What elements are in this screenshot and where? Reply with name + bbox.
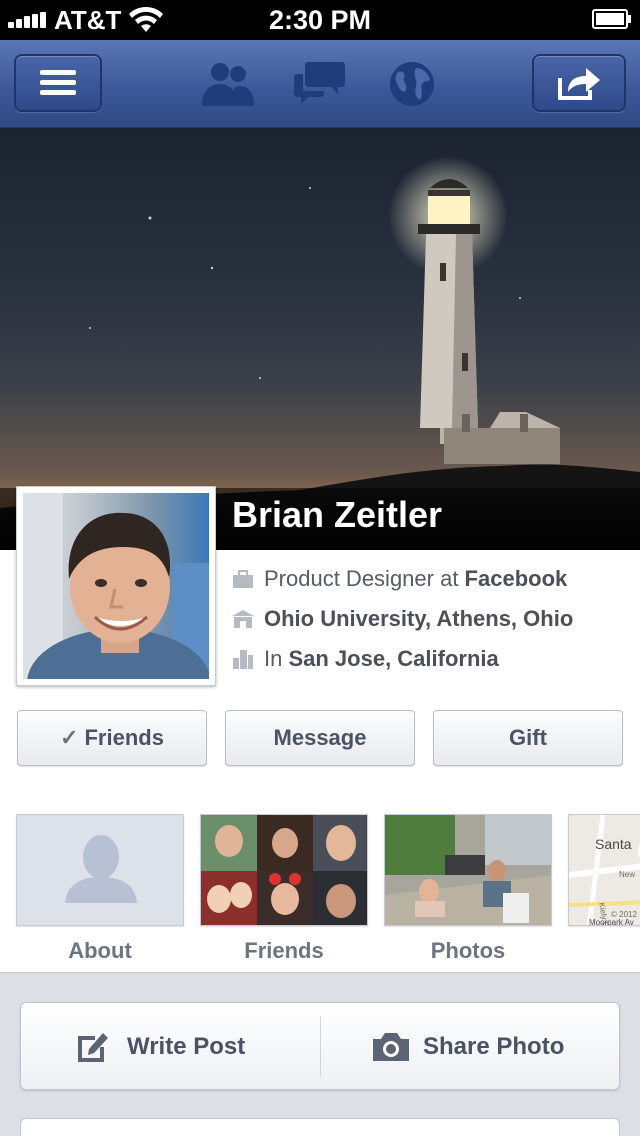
work-place-link[interactable]: Facebook xyxy=(465,566,568,591)
map-thumbnail: Santa New Kiely Blvd © 2012 Moorpark Av xyxy=(569,815,640,926)
avatar xyxy=(23,493,209,679)
composer-bar: Write Post Share Photo xyxy=(20,1002,620,1090)
status-time: 2:30 PM xyxy=(268,5,372,35)
map-label-santa: Santa xyxy=(595,836,632,852)
location-prefix: In xyxy=(264,646,289,671)
friends-tile[interactable] xyxy=(200,814,368,926)
photos-tile-label: Photos xyxy=(430,938,506,963)
friends-collage xyxy=(201,815,367,925)
share-photo-button[interactable]: Share Photo xyxy=(371,1003,611,1091)
share-icon xyxy=(558,68,600,100)
work-info: Product Designer at Facebook xyxy=(232,566,632,594)
menu-button[interactable] xyxy=(14,54,102,112)
city-icon xyxy=(233,650,253,669)
gift-button-label: Gift xyxy=(509,725,547,750)
battery-icon xyxy=(592,9,631,29)
feed-card xyxy=(20,1118,620,1136)
photos-tile[interactable] xyxy=(384,814,552,926)
check-icon: ✓ xyxy=(60,725,79,750)
status-bar: AT&T 2:30 PM xyxy=(0,0,640,40)
friends-button[interactable]: ✓ Friends xyxy=(17,710,207,766)
share-button[interactable] xyxy=(532,54,626,112)
friends-tile-label: Friends xyxy=(244,938,324,963)
globe-icon[interactable] xyxy=(388,60,436,108)
camera-icon xyxy=(373,1033,409,1061)
map-tile-label: M xyxy=(568,938,640,964)
message-button[interactable]: Message xyxy=(225,710,415,766)
profile-picture[interactable] xyxy=(16,486,216,686)
map-label-new: New xyxy=(619,870,635,879)
write-post-label: Write Post xyxy=(127,1033,246,1060)
school-icon xyxy=(232,610,254,628)
work-title: Product Designer at xyxy=(264,566,465,591)
menu-icon xyxy=(40,70,76,95)
profile-name: Brian Zeitler xyxy=(232,494,443,535)
friends-button-label: Friends xyxy=(84,725,164,750)
write-post-button[interactable]: Write Post xyxy=(75,1003,315,1091)
about-tile-label: About xyxy=(68,938,132,963)
share-photo-label: Share Photo xyxy=(423,1033,565,1060)
friend-requests-icon[interactable] xyxy=(200,60,256,108)
education-link[interactable]: Ohio University, Athens, Ohio xyxy=(264,606,573,631)
composer-divider xyxy=(320,1017,321,1077)
pencil-icon xyxy=(78,1033,108,1062)
nav-bar xyxy=(0,40,640,128)
person-silhouette-icon xyxy=(65,835,137,903)
person-photo xyxy=(23,493,209,679)
education-info: Ohio University, Athens, Ohio xyxy=(232,606,632,634)
briefcase-icon xyxy=(233,570,253,588)
photo-thumbnail xyxy=(385,815,551,925)
location-info: In San Jose, California xyxy=(232,646,632,674)
message-button-label: Message xyxy=(273,725,367,750)
map-tile[interactable]: Santa New Kiely Blvd © 2012 Moorpark Av xyxy=(568,814,640,926)
about-tile[interactable] xyxy=(16,814,184,926)
map-label-moorpark: Moorpark Av xyxy=(589,918,634,926)
profile-screen: AT&T 2:30 PM Brian Zeitler Product Desig… xyxy=(0,0,640,1136)
location-link[interactable]: San Jose, California xyxy=(288,646,498,671)
gift-button[interactable]: Gift xyxy=(433,710,623,766)
messages-icon[interactable] xyxy=(294,60,346,106)
